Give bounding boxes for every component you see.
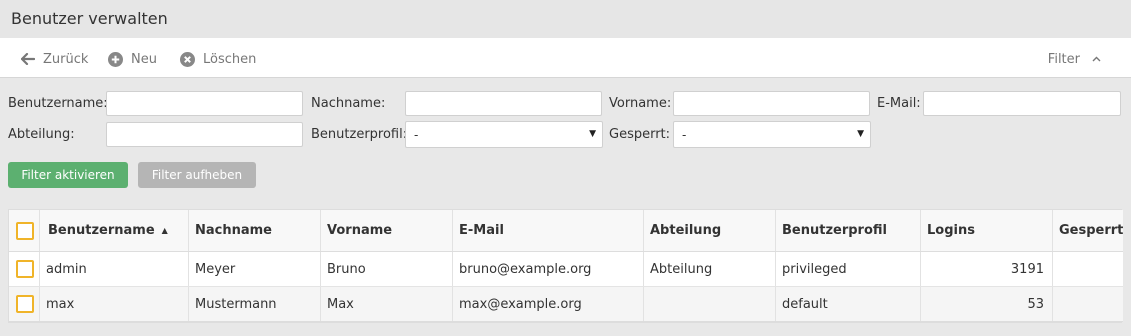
table-row[interactable]: max Mustermann Max max@example.org defau… bbox=[9, 287, 1123, 322]
new-button[interactable]: Neu bbox=[108, 50, 157, 68]
lastname-filter-label: Nachname: bbox=[311, 96, 386, 111]
cell-firstname: Max bbox=[321, 287, 453, 321]
row-checkbox[interactable] bbox=[16, 260, 34, 278]
delete-label: Löschen bbox=[203, 51, 257, 67]
column-header-department[interactable]: Abteilung bbox=[644, 210, 776, 251]
filter-toggle[interactable]: Filter bbox=[1048, 50, 1109, 68]
department-filter-label: Abteilung: bbox=[8, 127, 75, 142]
cell-logins: 53 bbox=[921, 287, 1053, 321]
cell-username: max bbox=[40, 287, 189, 321]
column-header-lastname[interactable]: Nachname bbox=[189, 210, 321, 251]
cell-profile: default bbox=[776, 287, 921, 321]
locked-filter-value: - bbox=[682, 128, 687, 142]
table-row[interactable]: admin Meyer Bruno bruno@example.org Abte… bbox=[9, 252, 1123, 287]
new-label: Neu bbox=[131, 51, 157, 67]
cell-lastname: Meyer bbox=[189, 252, 321, 286]
profile-filter-select[interactable]: - ▼ bbox=[405, 121, 603, 148]
cell-email: max@example.org bbox=[453, 287, 644, 321]
column-header-profile[interactable]: Benutzerprofil bbox=[776, 210, 921, 251]
department-filter-input[interactable] bbox=[106, 122, 303, 147]
page-title: Benutzer verwalten bbox=[11, 9, 168, 28]
email-filter-label: E-Mail: bbox=[877, 96, 921, 111]
cell-logins: 3191 bbox=[921, 252, 1053, 286]
cell-locked bbox=[1053, 252, 1123, 286]
cell-firstname: Bruno bbox=[321, 252, 453, 286]
column-header-logins[interactable]: Logins bbox=[921, 210, 1053, 251]
cell-profile: privileged bbox=[776, 252, 921, 286]
close-circle-icon bbox=[180, 51, 195, 67]
apply-filter-button[interactable]: Filter aktivieren bbox=[8, 162, 128, 188]
column-header-username[interactable]: Benutzername ▲ bbox=[40, 210, 189, 251]
back-button[interactable]: Zurück bbox=[21, 50, 88, 68]
filter-toggle-label: Filter bbox=[1047, 51, 1080, 67]
lastname-filter-input[interactable] bbox=[405, 91, 602, 116]
select-all-checkbox[interactable] bbox=[16, 221, 34, 240]
row-checkbox[interactable] bbox=[16, 295, 34, 313]
profile-filter-label: Benutzerprofil: bbox=[311, 127, 408, 142]
clear-filter-button[interactable]: Filter aufheben bbox=[138, 162, 256, 188]
firstname-filter-input[interactable] bbox=[673, 91, 870, 116]
delete-button[interactable]: Löschen bbox=[180, 50, 256, 68]
title-bar: Benutzer verwalten bbox=[0, 0, 1131, 38]
plus-circle-icon bbox=[108, 51, 123, 67]
column-header-label: Benutzername bbox=[48, 223, 155, 238]
dropdown-arrow-icon: ▼ bbox=[857, 129, 864, 139]
arrow-left-icon bbox=[21, 53, 35, 65]
users-table: Benutzername ▲ Nachname Vorname E-Mail A… bbox=[8, 209, 1123, 323]
column-header-email[interactable]: E-Mail bbox=[453, 210, 644, 251]
locked-filter-label: Gesperrt: bbox=[609, 127, 671, 142]
dropdown-arrow-icon: ▼ bbox=[589, 129, 596, 139]
profile-filter-value: - bbox=[414, 128, 419, 142]
email-filter-input[interactable] bbox=[923, 91, 1121, 116]
cell-department: Abteilung bbox=[644, 252, 776, 286]
table-header-row: Benutzername ▲ Nachname Vorname E-Mail A… bbox=[9, 210, 1123, 252]
column-header-locked[interactable]: Gesperrt bbox=[1053, 210, 1123, 251]
username-filter-label: Benutzername: bbox=[8, 96, 108, 111]
cell-username: admin bbox=[40, 252, 189, 286]
cell-lastname: Mustermann bbox=[189, 287, 321, 321]
cell-email: bruno@example.org bbox=[453, 252, 644, 286]
toolbar: Zurück Neu Löschen Filter bbox=[0, 38, 1131, 78]
locked-filter-select[interactable]: - ▼ bbox=[673, 121, 871, 148]
cell-locked bbox=[1053, 287, 1123, 321]
cell-department bbox=[644, 287, 776, 321]
column-header-firstname[interactable]: Vorname bbox=[321, 210, 453, 251]
sort-ascending-icon: ▲ bbox=[161, 226, 168, 235]
chevron-up-icon bbox=[1092, 56, 1101, 62]
username-filter-input[interactable] bbox=[106, 91, 303, 116]
firstname-filter-label: Vorname: bbox=[609, 96, 672, 111]
back-label: Zurück bbox=[43, 51, 89, 67]
